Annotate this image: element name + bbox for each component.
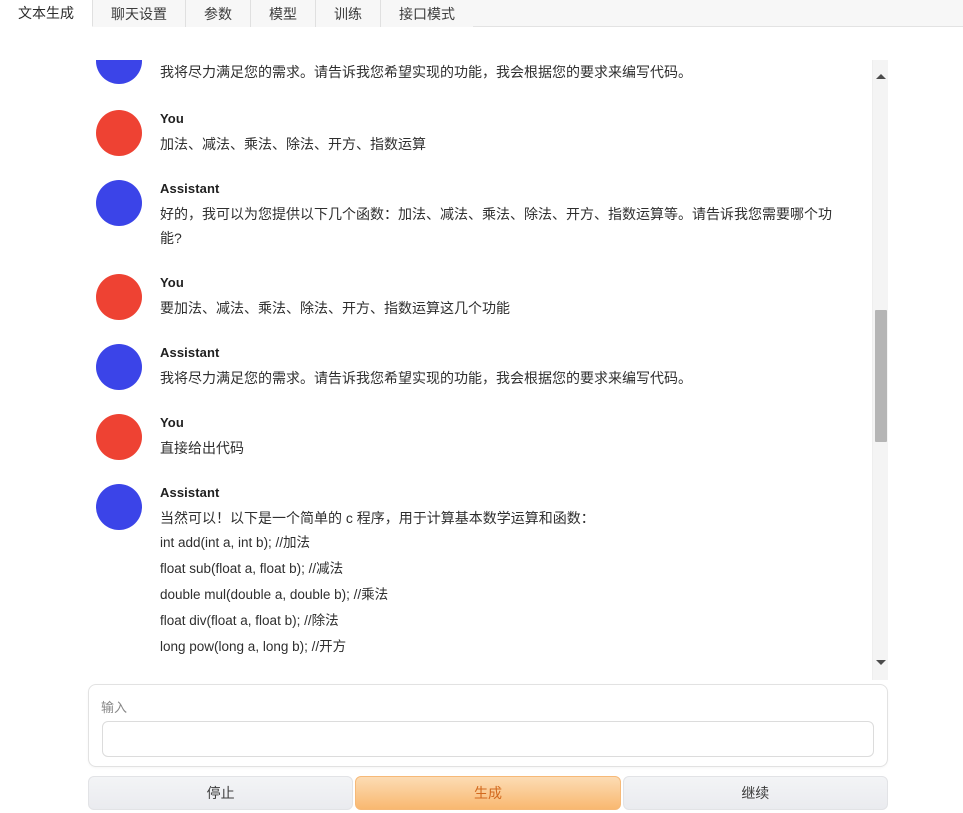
message-code-line: float sub(float a, float b); //减法	[160, 561, 344, 576]
action-button-2[interactable]: 继续	[622, 776, 888, 810]
chat-message: Assistant 好的，我可以为您提供以下几个函数：加法、减法、乘法、除法、开方…	[88, 180, 872, 250]
message-text: 我将尽力满足您的需求。请告诉我您希望实现的功能，我会根据您的要求来编写代码。	[160, 370, 692, 386]
action-button-row: 停止 生成 继续	[88, 776, 888, 810]
input-label: 输入	[101, 700, 128, 715]
user-avatar	[96, 110, 142, 156]
chat-message: You 直接给出代码	[88, 414, 872, 460]
message-text: 直接给出代码	[160, 440, 244, 456]
message-text: 加法、减法、乘法、除法、开方、指数运算	[160, 136, 426, 152]
message-role-label: You	[160, 111, 184, 126]
chat-message-list: Assistant 我将尽力满足您的需求。请告诉我您希望实现的功能，我会根据您的要…	[88, 60, 872, 680]
message-code-line: long pow(long a, long b); //开方	[160, 639, 347, 654]
assistant-avatar	[96, 484, 142, 530]
tab-0[interactable]: 文本生成	[0, 0, 93, 27]
scroll-down-arrow-icon[interactable]	[873, 654, 888, 670]
chat-message: You 加法、减法、乘法、除法、开方、指数运算	[88, 110, 872, 156]
user-avatar	[96, 274, 142, 320]
chat-panel: Assistant 我将尽力满足您的需求。请告诉我您希望实现的功能，我会根据您的要…	[88, 60, 888, 680]
message-text: 当然可以！以下是一个简单的 c 程序，用于计算基本数学运算和函数：	[160, 510, 595, 526]
prompt-input[interactable]	[102, 721, 874, 757]
message-role-label: You	[160, 275, 184, 290]
message-role-label: Assistant	[160, 485, 220, 500]
message-role-label: Assistant	[160, 345, 220, 360]
tab-4[interactable]: 训练	[316, 0, 381, 27]
tab-5[interactable]: 接口模式	[381, 0, 473, 27]
chat-message: Assistant我将尽力满足您的需求。请告诉我您希望实现的功能，我会根据您的要…	[88, 60, 872, 84]
message-code-line: float div(float a, float b); //除法	[160, 613, 339, 628]
tab-2[interactable]: 参数	[186, 0, 251, 27]
action-button-1[interactable]: 生成	[355, 776, 621, 810]
tab-3[interactable]: 模型	[251, 0, 316, 27]
message-code-line: double mul(double a, double b); //乘法	[160, 587, 389, 602]
scroll-up-arrow-icon[interactable]	[873, 68, 888, 84]
action-button-0[interactable]: 停止	[88, 776, 354, 810]
scrollbar-thumb[interactable]	[875, 310, 887, 442]
input-card: 输入	[88, 684, 888, 767]
chat-scrollbar[interactable]	[872, 60, 888, 680]
chat-message: You 要加法、减法、乘法、除法、开方、指数运算这几个功能	[88, 274, 872, 320]
user-avatar	[96, 414, 142, 460]
chat-scroll-area[interactable]: Assistant 我将尽力满足您的需求。请告诉我您希望实现的功能，我会根据您的要…	[88, 60, 872, 680]
tab-1[interactable]: 聊天设置	[93, 0, 186, 27]
message-text: 要加法、减法、乘法、除法、开方、指数运算这几个功能	[160, 300, 510, 316]
message-code-line: int add(int a, int b); //加法	[160, 535, 311, 550]
assistant-avatar	[96, 60, 142, 84]
assistant-avatar	[96, 180, 142, 226]
assistant-avatar	[96, 344, 142, 390]
tab-bar: 文本生成 聊天设置 参数 模型 训练 接口模式	[0, 0, 963, 27]
message-role-label: Assistant	[160, 181, 220, 196]
chat-message: Assistant 我将尽力满足您的需求。请告诉我您希望实现的功能，我会根据您的要…	[88, 344, 872, 390]
chat-message: Assistant 当然可以！以下是一个简单的 c 程序，用于计算基本数学运算和函…	[88, 484, 872, 660]
message-text: 我将尽力满足您的需求。请告诉我您希望实现的功能，我会根据您的要求来编写代码。	[160, 64, 692, 80]
message-role-label: You	[160, 415, 184, 430]
message-text: 好的，我可以为您提供以下几个函数：加法、减法、乘法、除法、开方、指数运算等。请告…	[160, 206, 832, 246]
